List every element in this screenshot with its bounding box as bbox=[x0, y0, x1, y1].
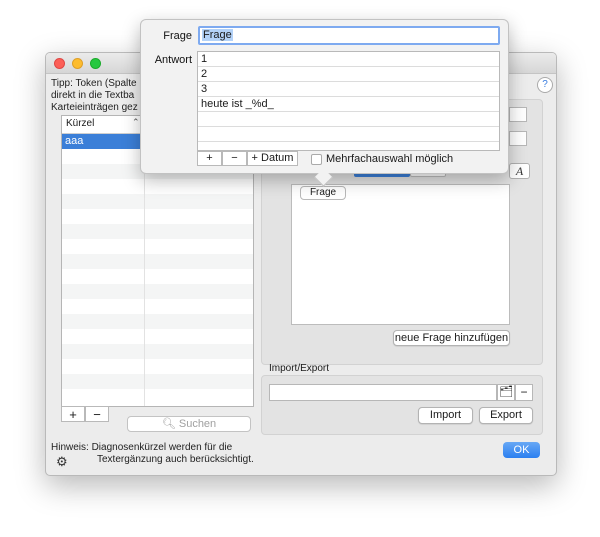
table-row[interactable] bbox=[62, 224, 253, 239]
answer-row[interactable]: 3 bbox=[198, 82, 499, 97]
import-export-path-field[interactable] bbox=[269, 384, 497, 401]
add-question-button[interactable]: neue Frage hinzufügen bbox=[393, 330, 510, 346]
answer-row[interactable] bbox=[198, 112, 499, 127]
remove-answer-button[interactable]: − bbox=[222, 151, 247, 166]
frage-label: Frage bbox=[163, 30, 192, 42]
hint-text: Hinweis: Diagnosenkürzel werden für die … bbox=[51, 442, 254, 466]
text-field-2[interactable] bbox=[509, 131, 527, 146]
ok-button[interactable]: OK bbox=[503, 442, 540, 458]
hint-line: Textergänzung auch berücksichtigt. bbox=[97, 454, 254, 465]
add-answer-button[interactable]: + bbox=[197, 151, 222, 166]
minimize-window-button[interactable] bbox=[72, 58, 83, 69]
answer-list[interactable]: 1 2 3 heute ist _%d_ bbox=[197, 51, 500, 151]
table-row[interactable] bbox=[62, 374, 253, 389]
question-pill[interactable]: Frage bbox=[300, 186, 346, 200]
tip-line: direkt in die Textba bbox=[51, 90, 135, 101]
hint-line: Hinweis: Diagnosenkürzel werden für die bbox=[51, 442, 233, 453]
tip-text: Tipp: Token (Spalte direkt in die Textba… bbox=[51, 78, 146, 114]
tip-line: Tipp: Token (Spalte bbox=[51, 78, 137, 89]
multi-choice-checkbox[interactable] bbox=[311, 154, 322, 165]
table-row[interactable] bbox=[62, 329, 253, 344]
table-row[interactable] bbox=[62, 359, 253, 374]
answer-row[interactable] bbox=[198, 127, 499, 142]
search-placeholder: Suchen bbox=[178, 418, 217, 430]
clear-path-button[interactable]: − bbox=[515, 384, 533, 401]
add-row-button[interactable]: + bbox=[61, 406, 85, 422]
sort-chevron-icon: ⌃ bbox=[132, 117, 140, 127]
answer-row[interactable]: 1 bbox=[198, 52, 499, 67]
import-button[interactable]: Import bbox=[418, 407, 473, 424]
remove-row-button[interactable]: − bbox=[85, 406, 109, 422]
column-divider bbox=[144, 134, 145, 406]
table-row[interactable] bbox=[62, 389, 253, 404]
search-field[interactable]: 🔍︎ Suchen bbox=[127, 416, 251, 432]
column-header-kuerzel[interactable]: Kürzel bbox=[66, 118, 141, 129]
help-button[interactable]: ? bbox=[537, 77, 553, 93]
magnifier-icon: 🔍︎ bbox=[161, 418, 176, 430]
close-window-button[interactable] bbox=[54, 58, 65, 69]
multi-choice-label[interactable]: Mehrfachauswahl möglich bbox=[326, 153, 453, 165]
table-row[interactable] bbox=[62, 284, 253, 299]
table-row[interactable] bbox=[62, 179, 253, 194]
table-row[interactable] bbox=[62, 209, 253, 224]
antwort-label: Antwort bbox=[154, 54, 192, 66]
answer-row[interactable]: heute ist _%d_ bbox=[198, 97, 499, 112]
text-field-1[interactable] bbox=[509, 107, 527, 122]
add-date-button[interactable]: + Datum bbox=[247, 151, 298, 166]
zoom-window-button[interactable] bbox=[90, 58, 101, 69]
table-row[interactable] bbox=[62, 299, 253, 314]
folder-browse-icon[interactable]: 🗂︎ bbox=[497, 384, 515, 401]
tip-line: Karteieinträgen gez bbox=[51, 102, 138, 113]
table-row[interactable] bbox=[62, 314, 253, 329]
question-popover: Frage Frage Antwort 1 2 3 heute ist _%d_… bbox=[140, 19, 509, 187]
table-row[interactable] bbox=[62, 194, 253, 209]
table-row[interactable] bbox=[62, 344, 253, 359]
answer-row[interactable]: 2 bbox=[198, 67, 499, 82]
table-cell: aaa bbox=[65, 135, 84, 147]
table-row[interactable] bbox=[62, 239, 253, 254]
import-export-label: Import/Export bbox=[269, 363, 330, 374]
question-list[interactable] bbox=[291, 184, 510, 325]
table-row[interactable] bbox=[62, 269, 253, 284]
frage-input[interactable]: Frage bbox=[198, 26, 500, 45]
frage-value: Frage bbox=[202, 29, 233, 41]
table-row[interactable] bbox=[62, 254, 253, 269]
font-style-icon[interactable]: A bbox=[509, 163, 530, 179]
gear-icon[interactable]: ⚙︎ bbox=[56, 454, 68, 470]
export-button[interactable]: Export bbox=[479, 407, 533, 424]
